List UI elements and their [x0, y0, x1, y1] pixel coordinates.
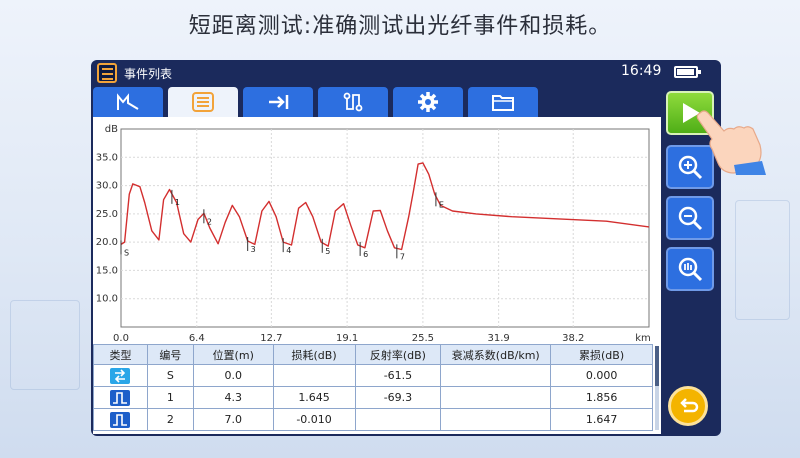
- y-tick-label: 20.0: [96, 237, 118, 248]
- reflect-event-icon: [110, 389, 131, 406]
- table-cell: -61.5: [354, 364, 442, 387]
- table-row[interactable]: 2 7.0 -0.010 1.647: [93, 408, 653, 431]
- table-cell: 4.3: [192, 386, 274, 409]
- column-header: 衰减系数(dB/km): [440, 344, 552, 365]
- table-cell: 0.0: [192, 364, 274, 387]
- event-list-icon: [192, 92, 214, 112]
- tab-files[interactable]: [468, 87, 538, 117]
- x-tick-label: 31.9: [488, 333, 510, 344]
- tab-settings[interactable]: [393, 87, 463, 117]
- table-header-row: 类型 编号 位置(m) 损耗(dB) 反射率(dB) 衰减系数(dB/km) 累损(dB): [93, 344, 653, 365]
- table-cell: S: [146, 364, 194, 387]
- event-table: 类型 编号 位置(m) 损耗(dB) 反射率(dB) 衰减系数(dB/km) 累损(dB) …: [93, 344, 661, 434]
- reflect-event-icon: [110, 411, 131, 428]
- table-cell: 7.0: [192, 408, 274, 431]
- column-header: 类型: [93, 344, 148, 365]
- x-tick-label: 12.7: [260, 333, 282, 344]
- back-button[interactable]: [668, 386, 708, 426]
- event-marker-label: E: [439, 200, 444, 209]
- clock: 16:49: [621, 63, 662, 79]
- table-cell: 1.647: [550, 408, 653, 431]
- arrow-to-bar-icon: [269, 95, 289, 109]
- y-tick-label: 25.0: [96, 209, 118, 220]
- tab-marker[interactable]: [243, 87, 313, 117]
- event-type-cell: [93, 386, 148, 409]
- event-marker-label: 3: [251, 245, 256, 254]
- zoom-out-icon: [678, 206, 703, 231]
- tab-trace[interactable]: [93, 87, 163, 117]
- tab-bar: [93, 87, 563, 117]
- column-header: 位置(m): [192, 344, 274, 365]
- y-tick-label: 35.0: [96, 152, 118, 163]
- table-cell: [440, 364, 552, 387]
- column-header: 损耗(dB): [272, 344, 356, 365]
- status-bar: 事件列表 16:49: [91, 60, 721, 86]
- column-header: 编号: [146, 344, 194, 365]
- table-row[interactable]: S 0.0 -61.5 0.000: [93, 364, 653, 387]
- route-icon: [343, 92, 363, 112]
- otdr-trace-chart[interactable]: 0.0 6.4 12.7 19.1 25.5 31.9 38.2 km 35.0 30.0 25.0…: [93, 117, 661, 345]
- event-marker-label: 4: [286, 246, 291, 255]
- table-scroll-thumb[interactable]: [655, 346, 659, 386]
- table-cell: 1.645: [272, 386, 356, 409]
- tab-route[interactable]: [318, 87, 388, 117]
- column-header: 累损(dB): [550, 344, 653, 365]
- x-tick-label: 0.0: [113, 333, 129, 344]
- column-header: 反射率(dB): [354, 344, 442, 365]
- page-headline: 短距离测试:准确测试出光纤事件和损耗。: [188, 14, 612, 39]
- battery-icon: [674, 66, 701, 78]
- plot-frame: [120, 128, 650, 328]
- x-tick-label: 25.5: [412, 333, 434, 344]
- table-row[interactable]: 1 4.3 1.645 -69.3 1.856: [93, 386, 653, 409]
- back-icon: [680, 398, 699, 413]
- event-list-app-icon: [97, 63, 117, 83]
- event-marker-label: 2: [207, 217, 212, 226]
- event-marker-label: 1: [175, 198, 180, 207]
- table-cell: [440, 386, 552, 409]
- event-marker-label: 6: [363, 250, 368, 259]
- zoom-fit-icon: [678, 257, 703, 282]
- table-cell: [440, 408, 552, 431]
- event-marker-label: 5: [325, 247, 330, 256]
- x-tick-label: 19.1: [336, 333, 358, 344]
- table-cell: [272, 364, 356, 387]
- table-cell: 1: [146, 386, 194, 409]
- y-tick-label: 15.0: [96, 265, 118, 276]
- gear-icon: [418, 92, 438, 112]
- device-screen: 事件列表 16:49 0.0 6.4 12.7 19.1 25.5 31.9 3…: [91, 60, 721, 436]
- main-panel: 0.0 6.4 12.7 19.1 25.5 31.9 38.2 km 35.0 30.0 25.0…: [93, 117, 661, 434]
- folder-icon: [492, 95, 514, 111]
- start-event-icon: [110, 367, 131, 384]
- zoom-out-button[interactable]: [666, 196, 714, 240]
- event-marker-label: 7: [400, 252, 405, 261]
- background-decoration: [735, 200, 790, 320]
- y-axis-label: dB: [105, 124, 118, 135]
- y-tick-label: 30.0: [96, 181, 118, 192]
- trace-icon: [117, 93, 139, 110]
- event-marker-label: S: [124, 248, 129, 257]
- table-cell: 2: [146, 408, 194, 431]
- table-cell: [354, 408, 442, 431]
- y-tick-label: 10.0: [96, 294, 118, 305]
- event-type-cell: [93, 408, 148, 431]
- table-cell: 0.000: [550, 364, 653, 387]
- table-cell: -69.3: [354, 386, 442, 409]
- table-scrollbar[interactable]: [655, 346, 659, 430]
- pointing-hand-illustration: [696, 110, 766, 175]
- tab-event-list[interactable]: [168, 87, 238, 117]
- x-tick-label: 38.2: [562, 333, 584, 344]
- table-cell: -0.010: [272, 408, 356, 431]
- zoom-fit-button[interactable]: [666, 247, 714, 291]
- background-decoration: [10, 300, 80, 390]
- chart-svg: 0.0 6.4 12.7 19.1 25.5 31.9 38.2 km 35.0 30.0 25.0…: [96, 124, 651, 344]
- x-unit-label: km: [635, 333, 651, 344]
- event-type-cell: [93, 364, 148, 387]
- app-title: 事件列表: [124, 67, 173, 81]
- x-tick-label: 6.4: [189, 333, 205, 344]
- table-cell: 1.856: [550, 386, 653, 409]
